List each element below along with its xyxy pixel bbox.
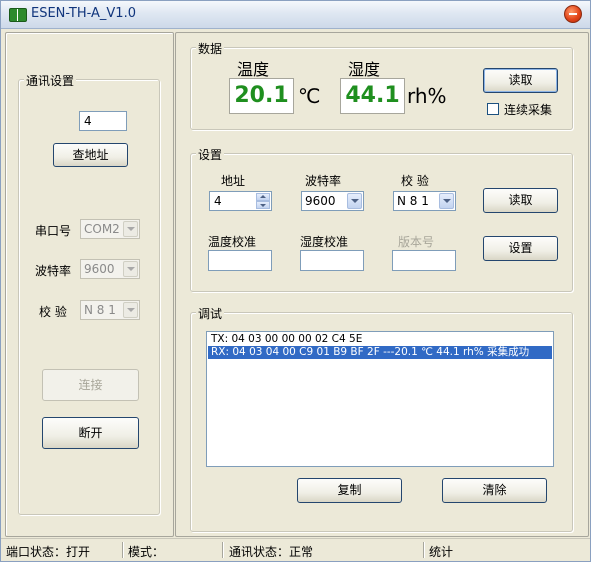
comm-status: 通讯状态：正常 bbox=[229, 545, 314, 559]
version-label: 版本号 bbox=[398, 235, 435, 249]
data-group-label: 数据 bbox=[196, 40, 225, 57]
settings-group-label: 设置 bbox=[196, 146, 225, 163]
copy-button[interactable]: 复制 bbox=[297, 478, 402, 503]
dropdown-arrow-icon[interactable] bbox=[123, 261, 138, 277]
comm-settings-group: 通讯设置 4 查地址 串口号 COM2 波特率 9600 校 验 N 8 1 连… bbox=[18, 72, 160, 515]
right-panel: 数据 温度 20.1 ℃ 湿度 44.1 rh% 读取 连续采集 设置 地址 4… bbox=[175, 32, 589, 537]
dropdown-arrow-icon[interactable] bbox=[439, 193, 454, 209]
debug-group: 调试 TX: 04 03 00 00 00 02 C4 5E RX: 04 03… bbox=[190, 305, 573, 532]
continuous-checkbox[interactable] bbox=[487, 103, 499, 115]
temp-readout: 20.1 bbox=[229, 78, 294, 114]
settings-baud-value: 9600 bbox=[305, 194, 336, 208]
title-bar[interactable]: ESEN-TH-A_V1.0 bbox=[1, 1, 590, 29]
spin-down-icon[interactable] bbox=[256, 201, 270, 209]
parity-label: 校 验 bbox=[39, 305, 67, 319]
hum-cal-label: 湿度校准 bbox=[300, 235, 349, 249]
parity-select[interactable]: N 8 1 bbox=[80, 300, 140, 320]
continuous-label[interactable]: 连续采集 bbox=[504, 101, 552, 118]
version-input bbox=[392, 250, 456, 271]
main-window: ESEN-TH-A_V1.0 通讯设置 4 查地址 串口号 COM2 波特率 9… bbox=[0, 0, 591, 562]
baud-label: 波特率 bbox=[35, 264, 72, 278]
settings-baud-label: 波特率 bbox=[305, 174, 342, 188]
debug-group-label: 调试 bbox=[196, 305, 225, 322]
connect-button[interactable]: 连接 bbox=[42, 369, 139, 401]
settings-read-button[interactable]: 读取 bbox=[483, 188, 558, 213]
data-group: 数据 温度 20.1 ℃ 湿度 44.1 rh% 读取 连续采集 bbox=[190, 40, 573, 130]
status-bar: 端口状态：打开 模式： 通讯状态：正常 统计 bbox=[1, 538, 590, 562]
humidity-label: 湿度 bbox=[348, 60, 381, 79]
mode-status: 模式： bbox=[128, 545, 165, 559]
temp-unit: ℃ bbox=[298, 84, 321, 108]
set-button[interactable]: 设置 bbox=[483, 236, 558, 261]
temp-cal-label: 温度校准 bbox=[208, 235, 257, 249]
port-label: 串口号 bbox=[35, 224, 72, 238]
status-divider bbox=[423, 542, 425, 558]
settings-group: 设置 地址 4 波特率 9600 校 验 N 8 1 读取 温度校准 湿度校准 … bbox=[190, 146, 573, 292]
app-book-icon bbox=[9, 8, 27, 22]
data-read-button[interactable]: 读取 bbox=[483, 68, 558, 93]
port-select[interactable]: COM2 bbox=[80, 219, 140, 239]
address-spinner[interactable] bbox=[256, 193, 270, 209]
parity-select-value: N 8 1 bbox=[84, 303, 116, 317]
port-status: 端口状态：打开 bbox=[6, 545, 91, 559]
address-query-input[interactable]: 4 bbox=[79, 111, 127, 131]
comm-settings-label: 通讯设置 bbox=[24, 72, 77, 89]
stats-status: 统计 bbox=[429, 545, 454, 559]
port-select-value: COM2 bbox=[84, 222, 120, 236]
baud-select[interactable]: 9600 bbox=[80, 259, 140, 279]
clear-button[interactable]: 清除 bbox=[442, 478, 547, 503]
log-line[interactable]: TX: 04 03 00 00 00 02 C4 5E bbox=[208, 333, 552, 346]
temp-label: 温度 bbox=[237, 60, 270, 79]
settings-parity-value: N 8 1 bbox=[397, 194, 429, 208]
left-panel: 通讯设置 4 查地址 串口号 COM2 波特率 9600 校 验 N 8 1 连… bbox=[5, 32, 174, 537]
settings-baud-select[interactable]: 9600 bbox=[301, 191, 364, 211]
temp-cal-input[interactable] bbox=[208, 250, 272, 271]
log-list[interactable]: TX: 04 03 00 00 00 02 C4 5E RX: 04 03 04… bbox=[206, 331, 554, 467]
status-divider bbox=[222, 542, 224, 558]
settings-address-input[interactable]: 4 bbox=[209, 191, 272, 211]
humidity-readout: 44.1 bbox=[340, 78, 405, 114]
dropdown-arrow-icon[interactable] bbox=[123, 302, 138, 318]
baud-select-value: 9600 bbox=[84, 262, 115, 276]
disconnect-button[interactable]: 断开 bbox=[42, 417, 139, 449]
settings-address-label: 地址 bbox=[221, 174, 246, 188]
dropdown-arrow-icon[interactable] bbox=[123, 221, 138, 237]
status-divider bbox=[122, 542, 124, 558]
close-icon[interactable] bbox=[564, 5, 582, 23]
spin-up-icon[interactable] bbox=[256, 193, 270, 201]
settings-address-value: 4 bbox=[214, 194, 222, 208]
window-title: ESEN-TH-A_V1.0 bbox=[31, 6, 136, 21]
humidity-unit: rh% bbox=[407, 84, 447, 108]
log-line-selected[interactable]: RX: 04 03 04 00 C9 01 B9 BF 2F ---20.1 ℃… bbox=[208, 346, 552, 359]
dropdown-arrow-icon[interactable] bbox=[347, 193, 362, 209]
settings-parity-select[interactable]: N 8 1 bbox=[393, 191, 456, 211]
hum-cal-input[interactable] bbox=[300, 250, 364, 271]
settings-parity-label: 校 验 bbox=[401, 174, 429, 188]
find-address-button[interactable]: 查地址 bbox=[53, 143, 128, 167]
